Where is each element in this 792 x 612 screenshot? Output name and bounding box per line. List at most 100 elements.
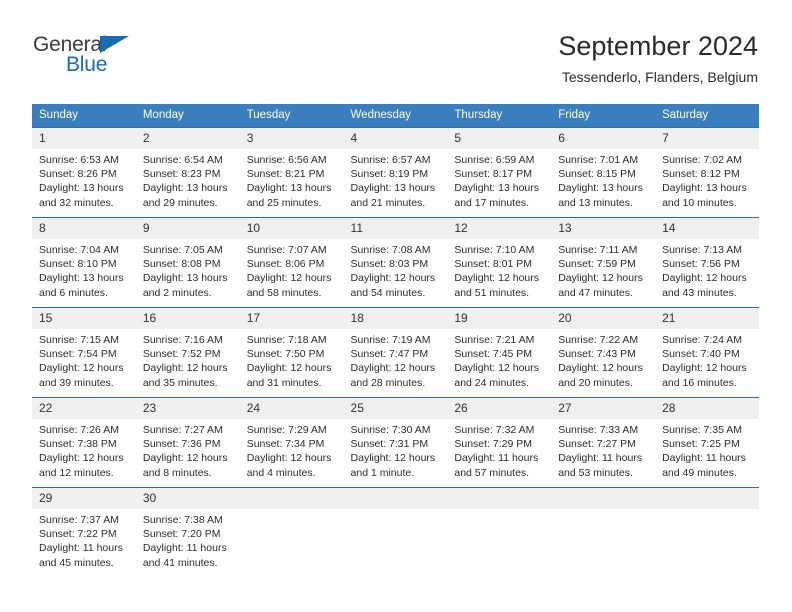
day-cell[interactable]: Sunrise: 7:37 AM Sunset: 7:22 PM Dayligh…	[32, 509, 136, 577]
day-number[interactable]: 3	[240, 128, 344, 149]
day-number[interactable]: 16	[136, 308, 240, 329]
day-cell[interactable]: Sunrise: 7:27 AM Sunset: 7:36 PM Dayligh…	[136, 419, 240, 487]
day-cell[interactable]: Sunrise: 7:18 AM Sunset: 7:50 PM Dayligh…	[240, 329, 344, 397]
day-cell[interactable]: Sunrise: 7:05 AM Sunset: 8:08 PM Dayligh…	[136, 239, 240, 307]
sunrise-text: Sunrise: 7:27 AM	[142, 424, 223, 436]
sunset-text: Sunset: 7:52 PM	[142, 348, 221, 361]
day-number[interactable]: 19	[447, 308, 551, 329]
day-number[interactable]: 8	[32, 218, 136, 239]
day-number[interactable]: 30	[136, 488, 240, 509]
day-number[interactable]: 28	[655, 398, 759, 419]
sunset-text: Sunset: 8:15 PM	[558, 168, 636, 181]
day-cell[interactable]: Sunrise: 7:30 AM Sunset: 7:31 PM Dayligh…	[344, 419, 448, 487]
daylight-text-line1: Daylight: 12 hours	[454, 362, 540, 375]
day-number[interactable]: 2	[136, 128, 240, 149]
day-cell[interactable]: Sunrise: 7:16 AM Sunset: 7:52 PM Dayligh…	[136, 329, 240, 397]
daylight-text-line2: and 57 minutes.	[454, 466, 530, 479]
day-number[interactable]: 18	[344, 308, 448, 329]
daylight-text-line1: Daylight: 13 hours	[662, 182, 747, 195]
day-cell[interactable]: Sunrise: 7:38 AM Sunset: 7:20 PM Dayligh…	[136, 509, 240, 577]
day-number[interactable]: 4	[344, 128, 448, 149]
day-number[interactable]: 17	[240, 308, 344, 329]
sunrise-text: Sunrise: 7:01 AM	[558, 154, 639, 166]
sunrise-text: Sunrise: 7:30 AM	[350, 424, 431, 436]
sunrise-text: Sunrise: 7:29 AM	[246, 424, 327, 436]
day-cell[interactable]: Sunrise: 7:35 AM Sunset: 7:25 PM Dayligh…	[655, 419, 759, 487]
daylight-text-line1: Daylight: 11 hours	[662, 452, 746, 465]
day-cell[interactable]: Sunrise: 7:04 AM Sunset: 8:10 PM Dayligh…	[32, 239, 136, 307]
day-number[interactable]: 11	[344, 218, 448, 239]
day-number[interactable]: 24	[240, 398, 344, 419]
day-cell[interactable]: Sunrise: 7:22 AM Sunset: 7:43 PM Dayligh…	[551, 329, 655, 397]
day-cell[interactable]: Sunrise: 7:11 AM Sunset: 7:59 PM Dayligh…	[551, 239, 655, 307]
sunrise-text: Sunrise: 7:04 AM	[39, 244, 119, 256]
day-number[interactable]: 13	[551, 218, 655, 239]
day-number[interactable]: 27	[551, 398, 655, 419]
brand-logo[interactable]: General Blue	[33, 34, 213, 82]
day-cell[interactable]: Sunrise: 7:19 AM Sunset: 7:47 PM Dayligh…	[344, 329, 448, 397]
day-cell-empty	[655, 509, 759, 577]
day-number[interactable]: 29	[32, 488, 136, 509]
daylight-text-line2: and 54 minutes.	[350, 286, 426, 299]
day-cell[interactable]: Sunrise: 7:13 AM Sunset: 7:56 PM Dayligh…	[655, 239, 759, 307]
day-cell[interactable]: Sunrise: 7:01 AM Sunset: 8:15 PM Dayligh…	[551, 149, 655, 217]
triangle-icon	[100, 36, 129, 53]
day-number[interactable]: 1	[32, 128, 136, 149]
day-number[interactable]: 26	[447, 398, 551, 419]
day-cell[interactable]: Sunrise: 6:56 AM Sunset: 8:21 PM Dayligh…	[240, 149, 344, 217]
brand-name-bottom: Blue	[66, 53, 108, 76]
day-cell[interactable]: Sunrise: 6:59 AM Sunset: 8:17 PM Dayligh…	[447, 149, 551, 217]
daylight-text-line2: and 12 minutes.	[39, 466, 114, 479]
day-cell[interactable]: Sunrise: 7:21 AM Sunset: 7:45 PM Dayligh…	[447, 329, 551, 397]
day-cell[interactable]: Sunrise: 6:54 AM Sunset: 8:23 PM Dayligh…	[136, 149, 240, 217]
sunrise-text: Sunrise: 7:10 AM	[454, 244, 535, 256]
daylight-text-line2: and 24 minutes.	[454, 376, 530, 389]
sunrise-text: Sunrise: 7:08 AM	[350, 244, 431, 256]
day-number-empty	[551, 488, 655, 509]
week-row: 15 16 17 18 19 20 21 Sunrise: 7:15 AM Su…	[32, 307, 759, 397]
day-cell[interactable]: Sunrise: 6:53 AM Sunset: 8:26 PM Dayligh…	[32, 149, 136, 217]
day-cell[interactable]: Sunrise: 7:07 AM Sunset: 8:06 PM Dayligh…	[240, 239, 344, 307]
day-cell[interactable]: Sunrise: 7:02 AM Sunset: 8:12 PM Dayligh…	[655, 149, 759, 217]
sunrise-text: Sunrise: 7:38 AM	[142, 514, 223, 526]
day-number[interactable]: 5	[447, 128, 551, 149]
daylight-text-line2: and 32 minutes.	[39, 196, 114, 209]
day-number[interactable]: 21	[655, 308, 759, 329]
day-number[interactable]: 15	[32, 308, 136, 329]
day-number[interactable]: 6	[551, 128, 655, 149]
daylight-text-line2: and 6 minutes.	[39, 286, 108, 299]
daylight-text-line2: and 28 minutes.	[350, 376, 426, 389]
day-number[interactable]: 25	[344, 398, 448, 419]
daylight-text-line2: and 39 minutes.	[39, 376, 114, 389]
day-number[interactable]: 10	[240, 218, 344, 239]
sunrise-text: Sunrise: 7:02 AM	[662, 154, 743, 166]
day-cell[interactable]: Sunrise: 7:15 AM Sunset: 7:54 PM Dayligh…	[32, 329, 136, 397]
day-cell[interactable]: Sunrise: 7:26 AM Sunset: 7:38 PM Dayligh…	[32, 419, 136, 487]
day-cell[interactable]: Sunrise: 7:08 AM Sunset: 8:03 PM Dayligh…	[344, 239, 448, 307]
day-number[interactable]: 7	[655, 128, 759, 149]
daylight-text-line1: Daylight: 12 hours	[142, 362, 228, 375]
daylight-text-line1: Daylight: 12 hours	[350, 362, 436, 375]
week-row: 29 30 Sunrise: 7:37 AM Sunset: 7:22 PM D…	[32, 487, 759, 577]
sunset-text: Sunset: 8:01 PM	[454, 258, 533, 271]
day-number[interactable]: 14	[655, 218, 759, 239]
day-cell[interactable]: Sunrise: 7:24 AM Sunset: 7:40 PM Dayligh…	[655, 329, 759, 397]
day-cell[interactable]: Sunrise: 7:29 AM Sunset: 7:34 PM Dayligh…	[240, 419, 344, 487]
day-cell[interactable]: Sunrise: 7:32 AM Sunset: 7:29 PM Dayligh…	[447, 419, 551, 487]
daylight-text-line1: Daylight: 11 hours	[454, 452, 539, 465]
day-number[interactable]: 22	[32, 398, 136, 419]
sunset-text: Sunset: 7:56 PM	[662, 258, 740, 271]
day-number[interactable]: 20	[551, 308, 655, 329]
day-number[interactable]: 9	[136, 218, 240, 239]
day-number-strip: 8 9 10 11 12 13 14	[32, 218, 759, 239]
daylight-text-line2: and 16 minutes.	[662, 376, 737, 389]
weekday-header-monday: Monday	[142, 109, 184, 121]
day-cell[interactable]: Sunrise: 6:57 AM Sunset: 8:19 PM Dayligh…	[344, 149, 448, 217]
day-info-strip: Sunrise: 7:04 AM Sunset: 8:10 PM Dayligh…	[32, 239, 759, 307]
daylight-text-line2: and 31 minutes.	[246, 376, 322, 389]
day-number[interactable]: 12	[447, 218, 551, 239]
day-cell[interactable]: Sunrise: 7:10 AM Sunset: 8:01 PM Dayligh…	[447, 239, 551, 307]
daylight-text-line2: and 45 minutes.	[39, 556, 114, 569]
day-number[interactable]: 23	[136, 398, 240, 419]
day-cell[interactable]: Sunrise: 7:33 AM Sunset: 7:27 PM Dayligh…	[551, 419, 655, 487]
